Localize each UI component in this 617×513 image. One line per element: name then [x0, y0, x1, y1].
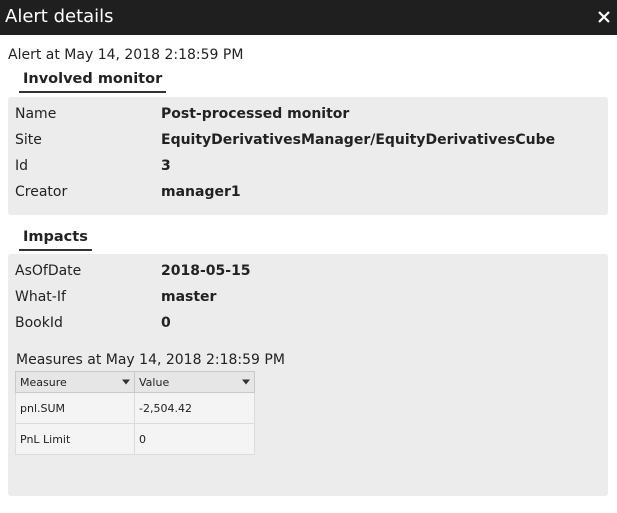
caret-down-icon[interactable] — [242, 378, 250, 386]
table-header-row: Measure Value — [15, 371, 255, 393]
dialog-titlebar: Alert details — [0, 0, 617, 35]
row-value: Post-processed monitor — [161, 106, 350, 122]
row-value: EquityDerivativesManager/EquityDerivativ… — [161, 132, 556, 148]
row-value: manager1 — [161, 184, 241, 200]
column-header-value[interactable]: Value — [134, 371, 255, 393]
column-header-label: Measure — [20, 375, 67, 389]
table-row[interactable]: PnL Limit 0 — [15, 423, 255, 455]
caret-down-icon[interactable] — [122, 378, 130, 386]
table-cell-value: -2,504.42 — [134, 392, 255, 424]
dialog-title: Alert details — [5, 6, 114, 27]
row-label: AsOfDate — [15, 263, 82, 279]
row-value: 0 — [161, 315, 171, 331]
row-label: What-If — [15, 289, 66, 305]
close-icon[interactable] — [597, 6, 611, 28]
impacts-panel: AsOfDate 2018-05-15 What-If master BookI… — [8, 254, 608, 496]
table-cell-measure: PnL Limit — [15, 423, 135, 455]
table-row[interactable]: pnl.SUM -2,504.42 — [15, 392, 255, 424]
measures-table: Measure Value pnl.SUM -2,504.42 PnL Limi… — [15, 371, 255, 455]
column-header-label: Value — [139, 375, 170, 389]
row-label: Site — [15, 132, 42, 148]
row-value: master — [161, 289, 217, 305]
alert-timestamp: Alert at May 14, 2018 2:18:59 PM — [8, 47, 244, 63]
involved-monitor-panel: Name Post-processed monitor Site EquityD… — [8, 97, 608, 215]
row-label: Name — [15, 106, 57, 122]
row-value: 2018-05-15 — [161, 263, 251, 279]
column-header-measure[interactable]: Measure — [15, 371, 135, 393]
measures-title: Measures at May 14, 2018 2:18:59 PM — [16, 352, 285, 368]
row-label: BookId — [15, 315, 63, 331]
section-title-involved-monitor: Involved monitor — [19, 70, 167, 93]
table-cell-measure: pnl.SUM — [15, 392, 135, 424]
row-label: Creator — [15, 184, 68, 200]
section-title-impacts: Impacts — [19, 228, 92, 251]
row-value: 3 — [161, 158, 171, 174]
row-label: Id — [15, 158, 29, 174]
table-cell-value: 0 — [134, 423, 255, 455]
